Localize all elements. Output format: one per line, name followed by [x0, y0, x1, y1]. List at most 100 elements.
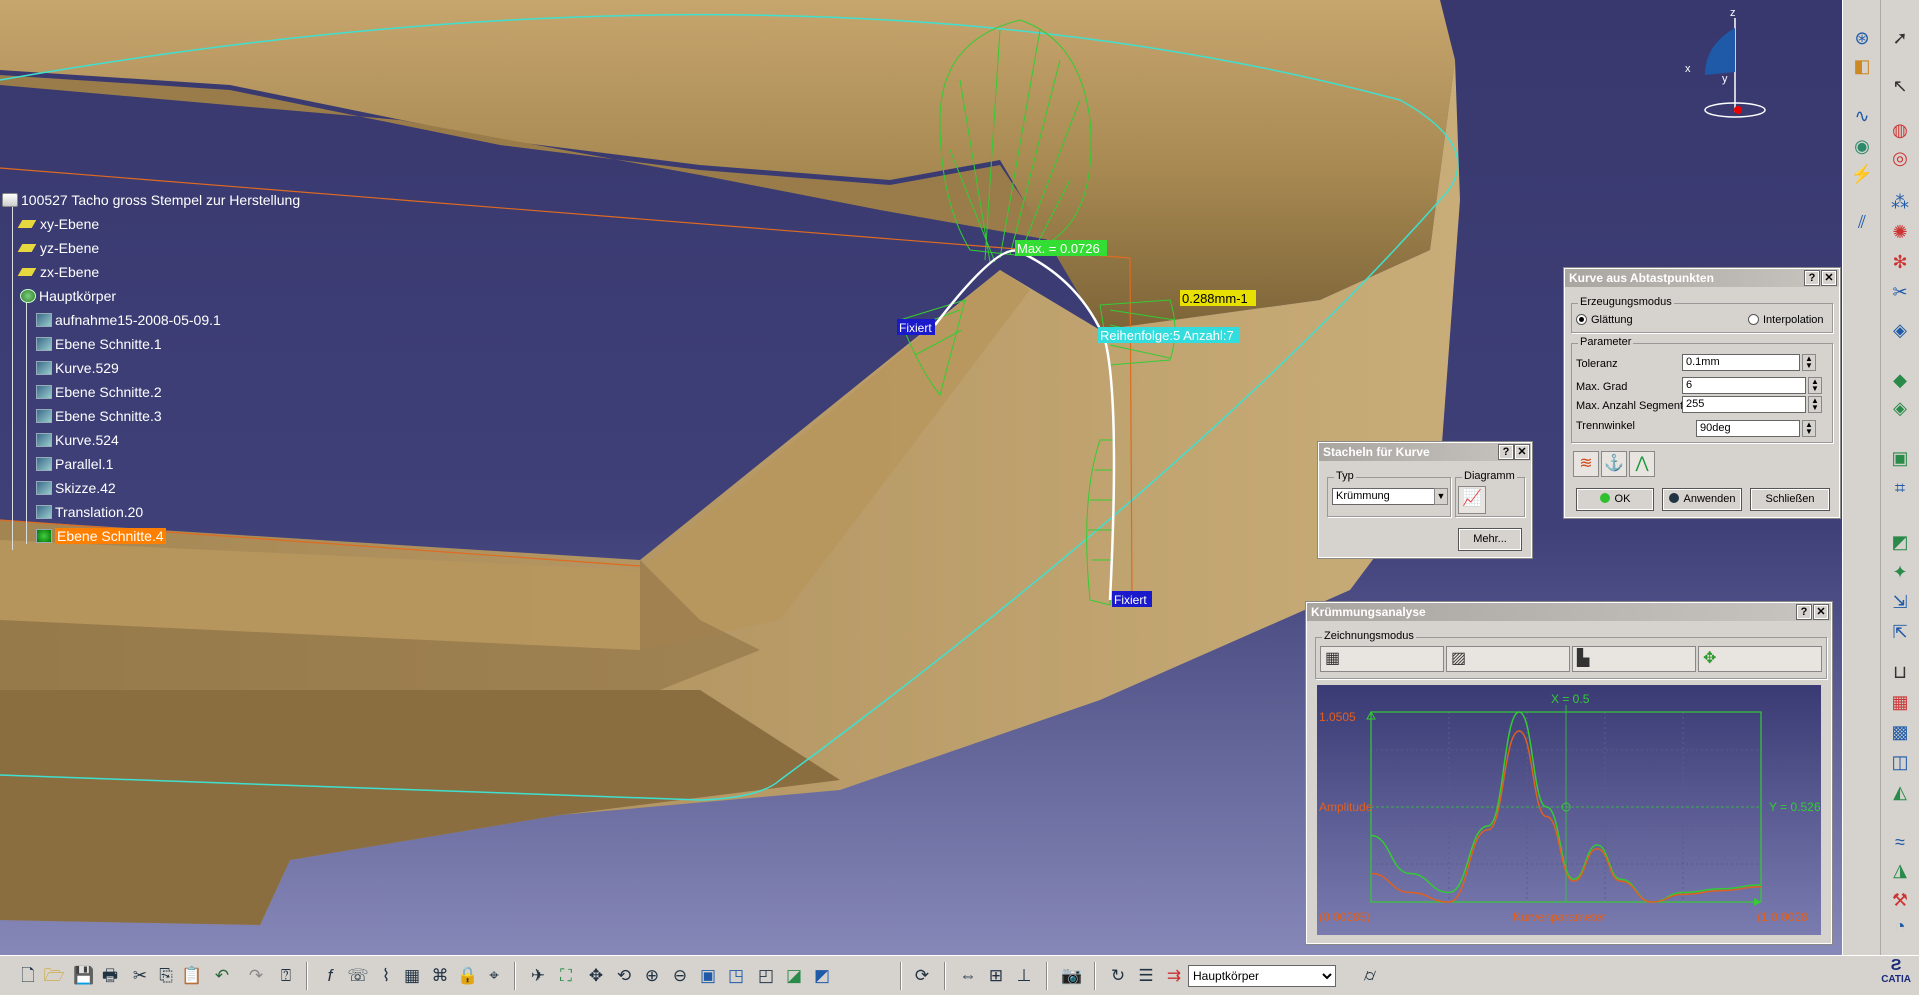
tree-item[interactable]: yz-Ebene	[17, 238, 99, 258]
undo-icon[interactable]: ↶	[210, 964, 234, 988]
display-deviation-icon[interactable]: ⚓	[1601, 451, 1627, 477]
help-button[interactable]: ?	[1498, 444, 1514, 460]
select-arrow-icon[interactable]: ➚	[1888, 26, 1912, 50]
whats-this-icon[interactable]: ⍰	[274, 964, 298, 988]
close-icon[interactable]: ✕	[1821, 270, 1837, 286]
new-icon[interactable]: 🗋	[16, 964, 40, 988]
rotate-icon[interactable]: ⟲	[612, 964, 636, 988]
tree-item[interactable]: Hauptkörper	[20, 286, 116, 306]
logarithmic-icon[interactable]: ▙	[1572, 646, 1696, 672]
render-style-icon[interactable]: ◰	[754, 964, 778, 988]
capture-icon[interactable]: 📷	[1060, 964, 1084, 988]
tree-item[interactable]: aufnahme15-2008-05-09.1	[36, 310, 221, 330]
refresh-icon[interactable]: ↻	[1106, 964, 1130, 988]
fit-all-icon[interactable]: ✥	[1698, 646, 1822, 672]
tool-icon[interactable]: ⚒	[1888, 888, 1912, 912]
cylinder-icon[interactable]: ◎	[1888, 146, 1912, 170]
type-select[interactable]: Krümmung	[1332, 488, 1436, 505]
3d-viewport[interactable]: Max. = 0.0726 0.288mm-1 Reihenfolge:5 An…	[0, 0, 1842, 955]
redo-icon[interactable]: ↷	[244, 964, 268, 988]
pan-icon[interactable]: ✥	[584, 964, 608, 988]
catalog-icon[interactable]: ⌘	[428, 964, 452, 988]
align-icon[interactable]: ⇔	[956, 964, 980, 988]
tree-item-selected[interactable]: Ebene Schnitte.4	[36, 526, 166, 546]
analysis-icon[interactable]: ⫽	[1850, 210, 1874, 234]
mesh-creation-icon[interactable]: ◈	[1888, 318, 1912, 342]
max-segments-spinner[interactable]: ▲ ▼	[1808, 396, 1822, 413]
paste-icon[interactable]: 📋	[180, 964, 204, 988]
tree-item[interactable]: zx-Ebene	[17, 262, 99, 282]
scale-icon[interactable]: ▦	[1320, 646, 1444, 672]
mirror-icon[interactable]: ⌭	[1358, 964, 1382, 988]
tree-item[interactable]: Ebene Schnitte.2	[36, 382, 162, 402]
display-points-icon[interactable]: ⋀	[1629, 451, 1655, 477]
max-degree-field[interactable]: 6	[1682, 377, 1806, 394]
close-icon[interactable]: ✕	[1514, 444, 1530, 460]
blend-icon[interactable]: ◔	[1888, 914, 1912, 938]
sweep-icon[interactable]: ≈	[1888, 830, 1912, 854]
spikes-icon[interactable]: ⚡	[1850, 162, 1874, 186]
tree-item[interactable]: Ebene Schnitte.1	[36, 334, 162, 354]
formula-icon[interactable]: f	[318, 964, 342, 988]
update-icon[interactable]: ⟳	[910, 964, 934, 988]
cut-icon[interactable]: ✂	[128, 964, 152, 988]
color-icon[interactable]: ▦	[1888, 690, 1912, 714]
iso-view-icon[interactable]: ◳	[724, 964, 748, 988]
activate-icon[interactable]: ✻	[1888, 250, 1912, 274]
fly-mode-icon[interactable]: ⊛	[1850, 26, 1874, 50]
more-button[interactable]: Mehr...	[1458, 528, 1522, 551]
projection-icon[interactable]: ◩	[1888, 530, 1912, 554]
texture-icon[interactable]: ▩	[1888, 720, 1912, 744]
body-select[interactable]: Hauptkörper	[1188, 965, 1336, 987]
help-button[interactable]: ?	[1796, 604, 1812, 620]
surface-icon[interactable]: ◭	[1888, 780, 1912, 804]
tree-item[interactable]: Ebene Schnitte.3	[36, 406, 162, 426]
compass[interactable]: z x y	[1685, 7, 1766, 118]
filter-icon[interactable]: ✺	[1888, 220, 1912, 244]
union-icon[interactable]: ⊔	[1888, 660, 1912, 684]
diagram-icon[interactable]: 📈	[1458, 486, 1486, 514]
knowledge-icon[interactable]: ☏	[346, 964, 370, 988]
cursor-icon[interactable]: ↖	[1888, 74, 1912, 98]
chevron-down-icon[interactable]: ▼	[1434, 488, 1448, 505]
lock-icon[interactable]: 🔒	[456, 964, 480, 988]
sphere-icon[interactable]: ◍	[1888, 118, 1912, 142]
tree-item[interactable]: Skizze.42	[36, 478, 116, 498]
curve-diagram-icon[interactable]: ▨	[1446, 646, 1570, 672]
tree-item[interactable]: Kurve.529	[36, 358, 119, 378]
tree-item[interactable]: Translation.20	[36, 502, 143, 522]
plane-section-icon[interactable]: ▣	[1888, 446, 1912, 470]
fill-icon[interactable]: ◮	[1888, 858, 1912, 882]
scan-icon[interactable]: ⌗	[1888, 476, 1912, 500]
rough-offset-icon[interactable]: ◈	[1888, 396, 1912, 420]
close-icon[interactable]: ✕	[1813, 604, 1829, 620]
swap-space-icon[interactable]: ◩	[810, 964, 834, 988]
table-icon[interactable]: ▦	[400, 964, 424, 988]
help-button[interactable]: ?	[1804, 270, 1820, 286]
mapping-icon[interactable]: ◫	[1888, 750, 1912, 774]
merge-icon[interactable]: ⇱	[1888, 620, 1912, 644]
offset-icon[interactable]: ◆	[1888, 368, 1912, 392]
zoom-out-icon[interactable]: ⊖	[668, 964, 692, 988]
angle-field[interactable]: 90deg	[1696, 420, 1800, 437]
tree-root[interactable]: 100527 Tacho gross Stempel zur Herstellu…	[2, 190, 300, 210]
max-degree-spinner[interactable]: ▲ ▼	[1808, 377, 1822, 394]
tree-item[interactable]: xy-Ebene	[17, 214, 99, 234]
close-button[interactable]: Schließen	[1750, 488, 1830, 511]
zoom-in-icon[interactable]: ⊕	[640, 964, 664, 988]
fly-icon[interactable]: ✈	[526, 964, 550, 988]
protected-icon[interactable]: ✂	[1888, 280, 1912, 304]
copy-icon[interactable]: ⎘	[154, 964, 178, 988]
material-icon[interactable]: ◧	[1850, 54, 1874, 78]
transform-icon[interactable]: ⊞	[984, 964, 1008, 988]
angle-spinner[interactable]: ▲ ▼	[1802, 420, 1816, 437]
mode-interp-radio[interactable]: Interpolation	[1748, 314, 1824, 326]
mesh-icon[interactable]: ◉	[1850, 134, 1874, 158]
tree-item[interactable]: Kurve.524	[36, 430, 119, 450]
normal-view-icon[interactable]: ▣	[696, 964, 720, 988]
measure-icon[interactable]: ⌇	[374, 964, 398, 988]
curve-from-scans-icon[interactable]: ∿	[1850, 104, 1874, 128]
hide-show-icon[interactable]: ◪	[782, 964, 806, 988]
snap-icon[interactable]: ⌖	[482, 964, 506, 988]
split-icon[interactable]: ⇲	[1888, 590, 1912, 614]
